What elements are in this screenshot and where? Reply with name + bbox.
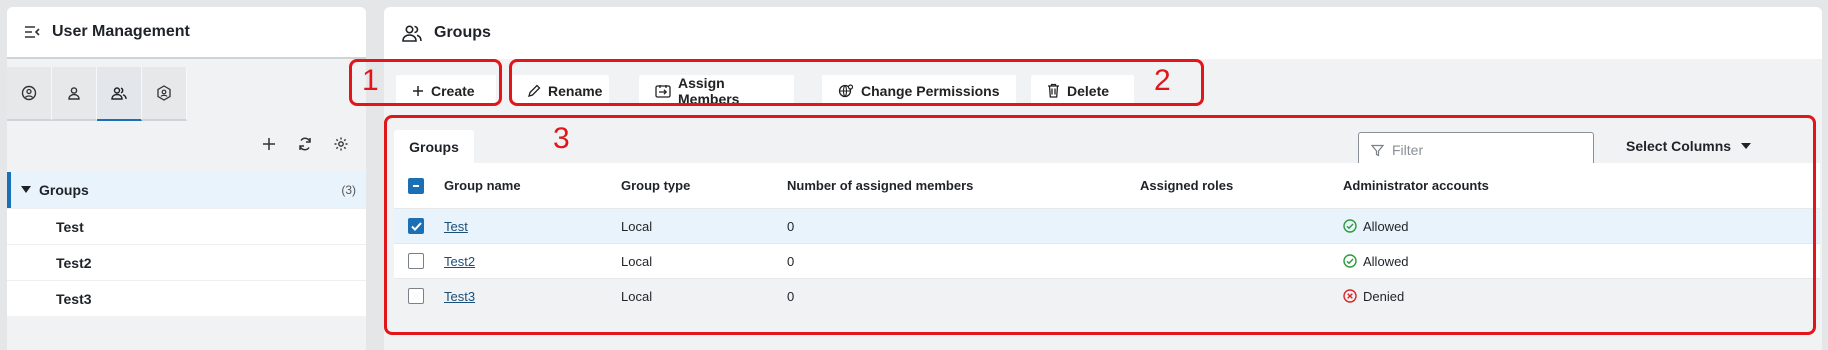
left-panel-header: User Management — [7, 7, 366, 59]
members-cell: 0 — [787, 288, 795, 304]
column-header-members[interactable]: Number of assigned members — [787, 178, 973, 193]
right-panel-header: Groups — [384, 7, 1822, 59]
table-row[interactable]: Test3 Local 0 Denied — [394, 278, 1820, 313]
tab-user-circle[interactable] — [7, 67, 52, 121]
caret-down-icon — [1741, 143, 1752, 149]
shield-user-icon — [156, 85, 172, 101]
tab-groups[interactable] — [97, 67, 142, 121]
plus-icon — [412, 85, 424, 97]
check-circle-icon — [1343, 254, 1357, 268]
row-checkbox[interactable] — [408, 253, 424, 269]
group-name-link[interactable]: Test3 — [444, 289, 475, 304]
tab-users[interactable] — [52, 67, 97, 121]
group-type-cell: Local — [621, 253, 653, 269]
assign-members-button[interactable]: Assign Members — [639, 74, 794, 107]
settings-icon[interactable] — [330, 133, 352, 155]
admin-accounts-status: Allowed — [1363, 253, 1409, 269]
row-checkbox[interactable] — [408, 218, 424, 234]
group-name-link[interactable]: Test2 — [444, 254, 475, 269]
table-header: Group name Group type Number of assigned… — [394, 163, 1820, 208]
column-header-admin-accounts[interactable]: Administrator accounts — [1343, 178, 1489, 193]
trash-icon — [1047, 83, 1060, 98]
tree-root-count: (3) — [341, 183, 356, 197]
panel-title: User Management — [52, 23, 190, 40]
admin-accounts-status: Denied — [1363, 288, 1405, 304]
select-columns-button[interactable]: Select Columns — [1626, 138, 1752, 154]
groups-table: Group name Group type Number of assigned… — [394, 163, 1820, 313]
annotation-number-3: 3 — [553, 122, 570, 155]
tree-root-groups[interactable]: Groups (3) — [7, 172, 366, 208]
select-all-checkbox[interactable] — [408, 177, 424, 194]
groups-panel: Groups Create Rename Assign Members Chan… — [384, 7, 1822, 350]
column-header-assigned-roles[interactable]: Assigned roles — [1140, 178, 1233, 193]
filter-icon — [1371, 144, 1384, 157]
delete-button[interactable]: Delete — [1031, 75, 1134, 106]
column-header-group-type[interactable]: Group type — [621, 178, 690, 193]
group-type-cell: Local — [621, 288, 653, 304]
admin-accounts-cell: Allowed — [1343, 219, 1409, 234]
users-icon — [110, 85, 128, 101]
group-type-cell: Local — [621, 218, 653, 234]
caret-down-icon[interactable] — [21, 186, 31, 194]
collapse-menu-icon[interactable] — [24, 25, 40, 39]
page-title: Groups — [434, 24, 491, 41]
tab-groups-grid[interactable]: Groups — [394, 130, 474, 164]
tree-root-label: Groups — [39, 182, 89, 198]
admin-accounts-cell: Allowed — [1343, 254, 1409, 269]
members-cell: 0 — [787, 218, 795, 234]
rename-label: Rename — [548, 82, 603, 99]
user-icon — [66, 85, 82, 101]
create-label: Create — [431, 82, 475, 99]
action-toolbar: Create Rename Assign Members Change Perm… — [384, 68, 1822, 108]
select-all-check[interactable] — [408, 177, 424, 194]
x-circle-icon — [1343, 289, 1357, 303]
globe-gear-icon — [838, 83, 854, 99]
select-columns-label: Select Columns — [1626, 138, 1732, 154]
assign-icon — [655, 84, 671, 98]
group-name-link[interactable]: Test — [444, 219, 468, 234]
rename-button[interactable]: Rename — [511, 75, 609, 106]
groups-grid: Groups Select Columns Group name — [384, 120, 1822, 337]
change-permissions-button[interactable]: Change Permissions — [822, 75, 1016, 106]
table-row[interactable]: Test2 Local 0 Allowed — [394, 243, 1820, 278]
tree-item[interactable]: Test — [7, 208, 366, 244]
user-circle-icon — [21, 85, 37, 101]
users-icon — [401, 23, 423, 43]
tree-item[interactable]: Test3 — [7, 280, 366, 316]
delete-label: Delete — [1067, 82, 1110, 99]
user-management-panel: User Management Groups (3) Test Test2 Te… — [7, 7, 366, 350]
admin-accounts-cell: Denied — [1343, 289, 1404, 304]
tree-item[interactable]: Test2 — [7, 244, 366, 280]
admin-accounts-status: Allowed — [1363, 218, 1409, 234]
column-header-group-name[interactable]: Group name — [444, 178, 521, 193]
change-permissions-label: Change Permissions — [861, 82, 1000, 99]
pencil-icon — [527, 84, 541, 98]
create-button[interactable]: Create — [396, 75, 496, 106]
members-cell: 0 — [787, 253, 795, 269]
groups-tree: Groups (3) Test Test2 Test3 — [7, 172, 366, 316]
assign-members-label: Assign Members — [678, 74, 740, 107]
view-tabs — [7, 67, 366, 121]
plus-icon[interactable] — [258, 133, 280, 155]
annotation-number-1: 1 — [362, 64, 379, 97]
check-circle-icon — [1343, 219, 1357, 233]
refresh-icon[interactable] — [294, 133, 316, 155]
tab-roles[interactable] — [142, 67, 187, 121]
tree-toolbar — [7, 122, 366, 166]
row-checkbox[interactable] — [408, 288, 424, 304]
annotation-number-2: 2 — [1154, 64, 1171, 97]
filter-input[interactable] — [1392, 142, 1572, 158]
table-row[interactable]: Test Local 0 Allowed — [394, 208, 1820, 243]
